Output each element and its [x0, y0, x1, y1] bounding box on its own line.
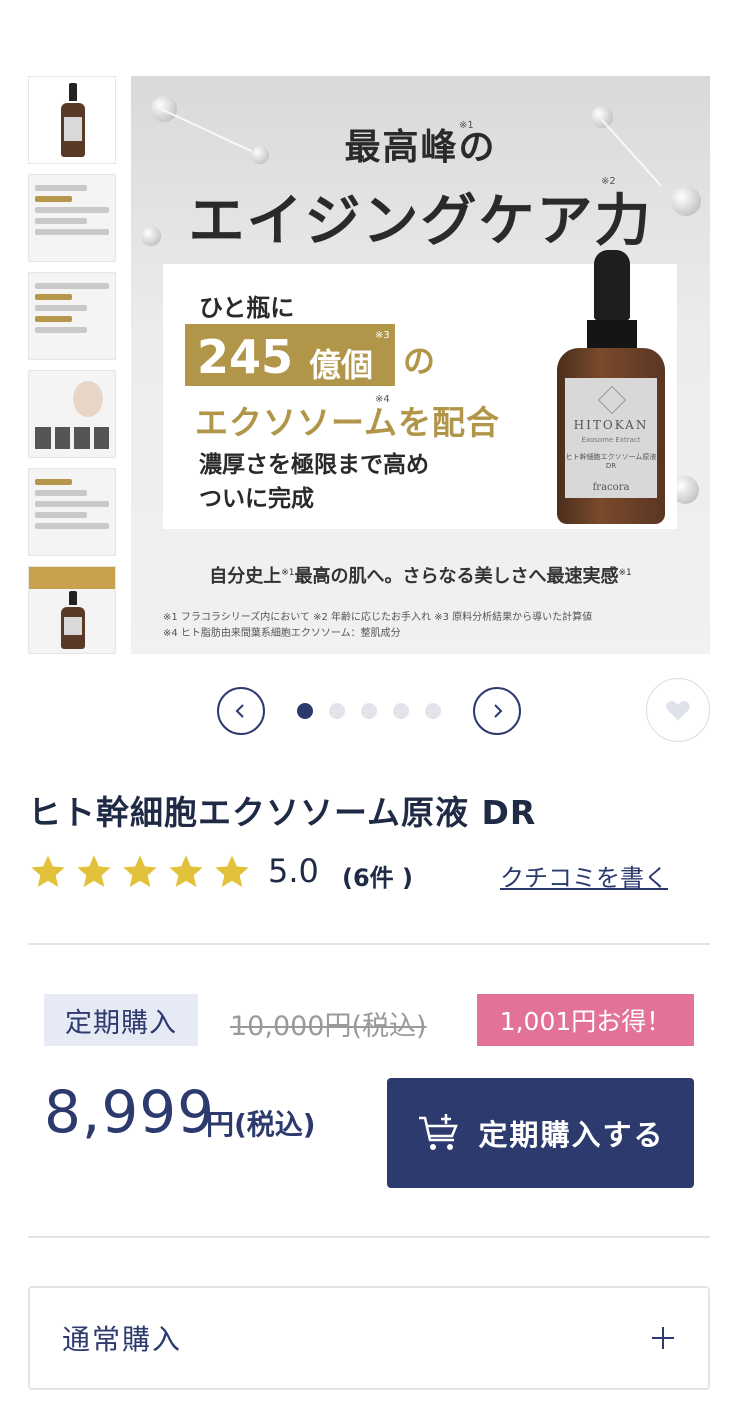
thumbnail-grid-image [35, 427, 109, 449]
savings-badge: 1,001円お得！ [477, 994, 694, 1046]
star-icon [215, 855, 249, 887]
thumbnail-3[interactable] [28, 272, 116, 360]
prev-slide-button[interactable] [217, 687, 265, 735]
normal-purchase-accordion[interactable]: 通常購入 [28, 1286, 710, 1390]
next-slide-button[interactable] [473, 687, 521, 735]
thumbnail-5[interactable] [28, 468, 116, 556]
subscribe-button[interactable]: 定期購入する [387, 1078, 694, 1188]
cart-add-icon [419, 1114, 459, 1150]
plus-icon [652, 1327, 674, 1349]
footnote-mark: ※1 [281, 568, 295, 578]
model-face-image [73, 381, 103, 417]
hero-title-line2: エイジングケア力 [188, 189, 653, 254]
thumbnail-2[interactable] [28, 174, 116, 262]
main-product-image[interactable]: 最高峰の ※1 エイジングケア力 ※2 ひと瓶に 245 億個 ※3 の エクソ… [131, 76, 710, 654]
bottle-thumbnail-image-small [61, 591, 85, 651]
tagline-part-b: 最高の肌へ。さらなる美しさへ最速実感 [294, 566, 619, 587]
normal-purchase-label: 通常購入 [62, 1323, 183, 1356]
review-count: (6件 ) [342, 864, 413, 892]
carousel-dot-1[interactable] [297, 703, 313, 719]
emblem-icon [597, 385, 627, 415]
bottle-name: ヒト幹細胞エクソソーム原液DR [565, 453, 657, 470]
panel-line4: 濃厚さを極限まで高め ついに完成 [199, 448, 429, 516]
panel-particle: の [403, 342, 436, 380]
carousel-dot-2[interactable] [329, 703, 345, 719]
price-unit: 円(税込) [206, 1108, 316, 1141]
thumbnail-features-image [35, 283, 109, 338]
section-divider [28, 1236, 710, 1238]
star-icon [31, 855, 65, 887]
panel-unit: 億個 [309, 346, 374, 384]
subscribe-button-label: 定期購入する [478, 1118, 665, 1152]
favorite-button[interactable] [646, 678, 710, 742]
star-rating [28, 852, 252, 892]
panel-number: 245 [197, 330, 294, 384]
bottle-maker: fracora [592, 482, 630, 493]
star-icon [123, 855, 157, 887]
bottle-subtitle: Exosome Extract [581, 436, 641, 444]
bottle-brand: HITOKAN [573, 418, 649, 432]
panel-number-box: 245 億個 ※3 [185, 324, 395, 386]
write-review-link[interactable]: クチコミを書く [500, 858, 668, 893]
carousel-dot-3[interactable] [361, 703, 377, 719]
panel-line1: ひと瓶に [199, 294, 295, 322]
hero-title-line1: 最高峰の [344, 127, 497, 168]
star-icon [77, 855, 111, 887]
footnote-mark: ※1 [618, 568, 632, 578]
bottle-thumbnail-image [61, 83, 85, 159]
original-price: 10,000円(税込) [230, 1011, 427, 1042]
product-bottle-image: HITOKAN Exosome Extract ヒト幹細胞エクソソーム原液DR … [557, 250, 667, 540]
heart-icon [666, 701, 690, 721]
footnote-mark: ※4 [375, 394, 390, 405]
thumbnail-6[interactable] [28, 566, 116, 654]
thumbnail-1[interactable] [28, 76, 116, 164]
star-icon [169, 855, 203, 887]
thumbnail-text-image [35, 185, 109, 240]
thumbnail-list [28, 76, 116, 664]
rating-value: 5.0 [268, 852, 319, 890]
footnote-mark: ※3 [375, 330, 390, 341]
subscription-badge: 定期購入 [44, 994, 198, 1046]
footnote-mark: ※2 [601, 176, 616, 187]
chevron-right-icon [494, 704, 503, 718]
chevron-left-icon [235, 704, 244, 718]
hero-tagline: 自分史上※1最高の肌へ。さらなる美しさへ最速実感※1 [131, 562, 710, 588]
thumbnail-4[interactable] [28, 370, 116, 458]
tagline-part-a: 自分史上 [209, 566, 282, 587]
panel-line3: エクソソームを配合 [195, 403, 501, 442]
footnote-mark: ※1 [459, 120, 474, 131]
panel-line5-text: ついに完成 [199, 486, 314, 512]
product-title: ヒト幹細胞エクソソーム原液 DR [28, 793, 537, 832]
subscription-price: 8,999 [44, 1078, 216, 1146]
thumbnail-banner-image [29, 567, 115, 589]
carousel-dot-4[interactable] [393, 703, 409, 719]
section-divider [28, 943, 710, 945]
carousel-dot-5[interactable] [425, 703, 441, 719]
thumbnail-steps-image [35, 479, 109, 534]
hero-footnote-1: ※1 フラコラシリーズ内において ※2 年齢に応じたお手入れ ※3 原料分析結果… [163, 612, 593, 623]
hero-footnote-2: ※4 ヒト脂肪由来間葉系細胞エクソソーム：整肌成分 [163, 628, 401, 639]
panel-line4-text: 濃厚さを極限まで高め [199, 452, 429, 478]
